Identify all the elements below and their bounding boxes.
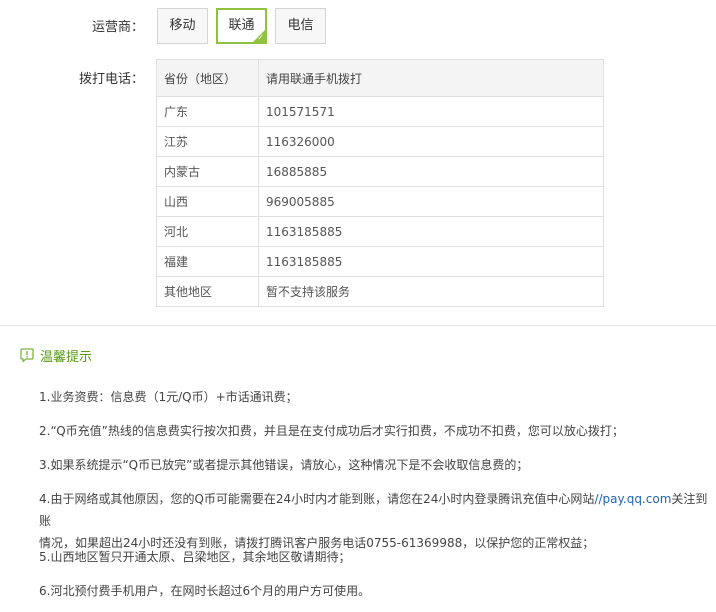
table-row: 内蒙古 16885885 bbox=[156, 156, 604, 187]
phone-table: 省份（地区） 请用联通手机拨打 广东 101571571 江苏 11632600… bbox=[156, 59, 604, 307]
table-header-row: 省份（地区） 请用联通手机拨打 bbox=[156, 59, 604, 97]
number-cell: 1163185885 bbox=[258, 246, 604, 277]
number-cell: 969005885 bbox=[258, 186, 604, 217]
section-divider bbox=[0, 325, 716, 326]
number-cell: 16885885 bbox=[258, 156, 604, 187]
table-row: 其他地区 暂不支持该服务 bbox=[156, 276, 604, 307]
pay-qq-link[interactable]: //pay.qq.com bbox=[594, 492, 671, 506]
column-header-province: 省份（地区） bbox=[156, 59, 259, 97]
tip-item: 3.如果系统提示“Q币已放完”或者提示其他错误，请放心，这种情况下是不会收取信息… bbox=[39, 458, 529, 472]
province-cell: 福建 bbox=[156, 246, 259, 277]
province-cell: 山西 bbox=[156, 186, 259, 217]
province-cell: 其他地区 bbox=[156, 276, 259, 307]
column-header-number: 请用联通手机拨打 bbox=[258, 59, 604, 97]
province-cell: 广东 bbox=[156, 96, 259, 127]
tips-title: 温馨提示 bbox=[40, 350, 93, 365]
carrier-option-unicom-label: 联通 bbox=[228, 18, 255, 33]
carrier-option-mobile[interactable]: 移动 bbox=[157, 8, 208, 44]
table-row: 山西 969005885 bbox=[156, 186, 604, 217]
province-cell: 内蒙古 bbox=[156, 156, 259, 187]
tip-item: 6.河北预付费手机用户，在网时长超过6个月的用户方可使用。 bbox=[39, 584, 371, 598]
province-cell: 河北 bbox=[156, 216, 259, 247]
carrier-option-telecom[interactable]: 电信 bbox=[275, 8, 326, 44]
check-icon: ✓ bbox=[257, 33, 264, 42]
number-cell: 暂不支持该服务 bbox=[258, 276, 604, 307]
table-row: 福建 1163185885 bbox=[156, 246, 604, 277]
tip-icon bbox=[20, 348, 34, 362]
tip-item: 1.业务资费：信息费（1元/Q币）+市话通讯费； bbox=[39, 390, 298, 404]
province-cell: 江苏 bbox=[156, 126, 259, 157]
tip-item: 5.山西地区暂只开通太原、吕梁地区，其余地区敬请期待； bbox=[39, 550, 351, 564]
carrier-option-unicom[interactable]: 联通 ✓ bbox=[216, 8, 267, 44]
tip-item-4: 4.由于网络或其他原因，您的Q币可能需要在24小时内才能到账，请您在24小时内登… bbox=[39, 488, 715, 554]
carrier-label: 运营商： bbox=[91, 20, 144, 35]
table-row: 广东 101571571 bbox=[156, 96, 604, 127]
number-cell: 116326000 bbox=[258, 126, 604, 157]
table-row: 江苏 116326000 bbox=[156, 126, 604, 157]
table-row: 河北 1163185885 bbox=[156, 216, 604, 247]
number-cell: 1163185885 bbox=[258, 216, 604, 247]
tip-item-4-text: 4.由于网络或其他原因，您的Q币可能需要在24小时内才能到账，请您在24小时内登… bbox=[39, 492, 595, 506]
phone-label: 拨打电话： bbox=[78, 72, 144, 87]
number-cell: 101571571 bbox=[258, 96, 604, 127]
tip-item: 2.“Q币充值”热线的信息费实行按次扣费，并且是在支付成功后才实行扣费，不成功不… bbox=[39, 424, 624, 438]
